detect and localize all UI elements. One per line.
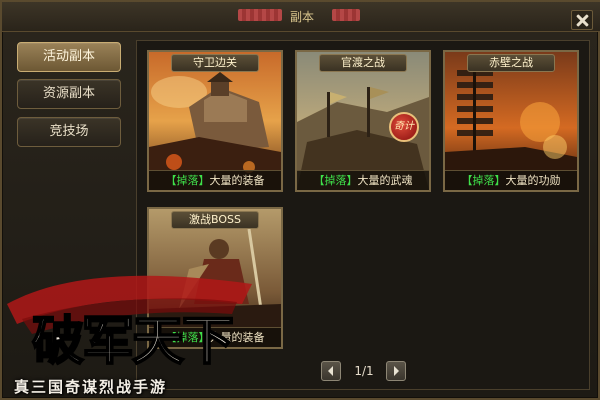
card-title: 守卫边关 bbox=[171, 54, 259, 72]
card-reward: 【掉落】大量的装备 bbox=[149, 170, 281, 190]
sidebar-item-label: 活动副本 bbox=[42, 49, 95, 64]
reward-text: 大量的装备 bbox=[209, 174, 265, 187]
sidebar-item-arena[interactable]: 竞技场 bbox=[17, 117, 121, 147]
reward-text: 大量的武魂 bbox=[357, 174, 413, 187]
drop-tag: 【掉落】 bbox=[165, 174, 210, 187]
stratagem-seal-icon: 奇计 bbox=[389, 112, 419, 142]
sidebar-item-label: 资源副本 bbox=[42, 86, 95, 101]
close-icon[interactable] bbox=[571, 10, 593, 30]
sidebar-item-label: 竞技场 bbox=[49, 124, 89, 139]
card-reward: 【掉落】大量的装备 bbox=[149, 327, 281, 347]
card-title: 官渡之战 bbox=[319, 54, 407, 72]
sidebar-item-event-dungeon[interactable]: 活动副本 bbox=[17, 42, 121, 72]
title-redaction bbox=[332, 9, 360, 21]
card-reward: 【掉落】大量的功勋 bbox=[445, 170, 577, 190]
prev-page-button[interactable] bbox=[321, 361, 341, 381]
card-title: 激战BOSS bbox=[171, 211, 259, 229]
reward-text: 大量的装备 bbox=[209, 331, 265, 344]
drop-tag: 【掉落】 bbox=[165, 331, 210, 344]
dungeon-window: 副本 活动副本 资源副本 竞技场 守卫边关 【掉落】大量的装备 官渡之战 奇计 … bbox=[0, 0, 600, 400]
page-indicator: 1/1 bbox=[354, 364, 374, 378]
reward-text: 大量的功勋 bbox=[505, 174, 561, 187]
title-bar: 副本 bbox=[2, 2, 600, 32]
dungeon-card-boss-battle[interactable]: 激战BOSS 【掉落】大量的装备 bbox=[147, 207, 283, 349]
dungeon-card-red-cliff[interactable]: 赤壁之战 【掉落】大量的功勋 bbox=[443, 50, 579, 192]
drop-tag: 【掉落】 bbox=[461, 174, 506, 187]
dungeon-card-guard-pass[interactable]: 守卫边关 【掉落】大量的装备 bbox=[147, 50, 283, 192]
sidebar-item-resource-dungeon[interactable]: 资源副本 bbox=[17, 79, 121, 109]
card-reward: 【掉落】大量的武魂 bbox=[297, 170, 429, 190]
drop-tag: 【掉落】 bbox=[313, 174, 358, 187]
card-title: 赤壁之战 bbox=[467, 54, 555, 72]
chevron-right-icon bbox=[394, 366, 399, 376]
chevron-left-icon bbox=[328, 366, 333, 376]
dungeon-card-guandu[interactable]: 官渡之战 奇计 【掉落】大量的武魂 bbox=[295, 50, 431, 192]
next-page-button[interactable] bbox=[386, 361, 406, 381]
